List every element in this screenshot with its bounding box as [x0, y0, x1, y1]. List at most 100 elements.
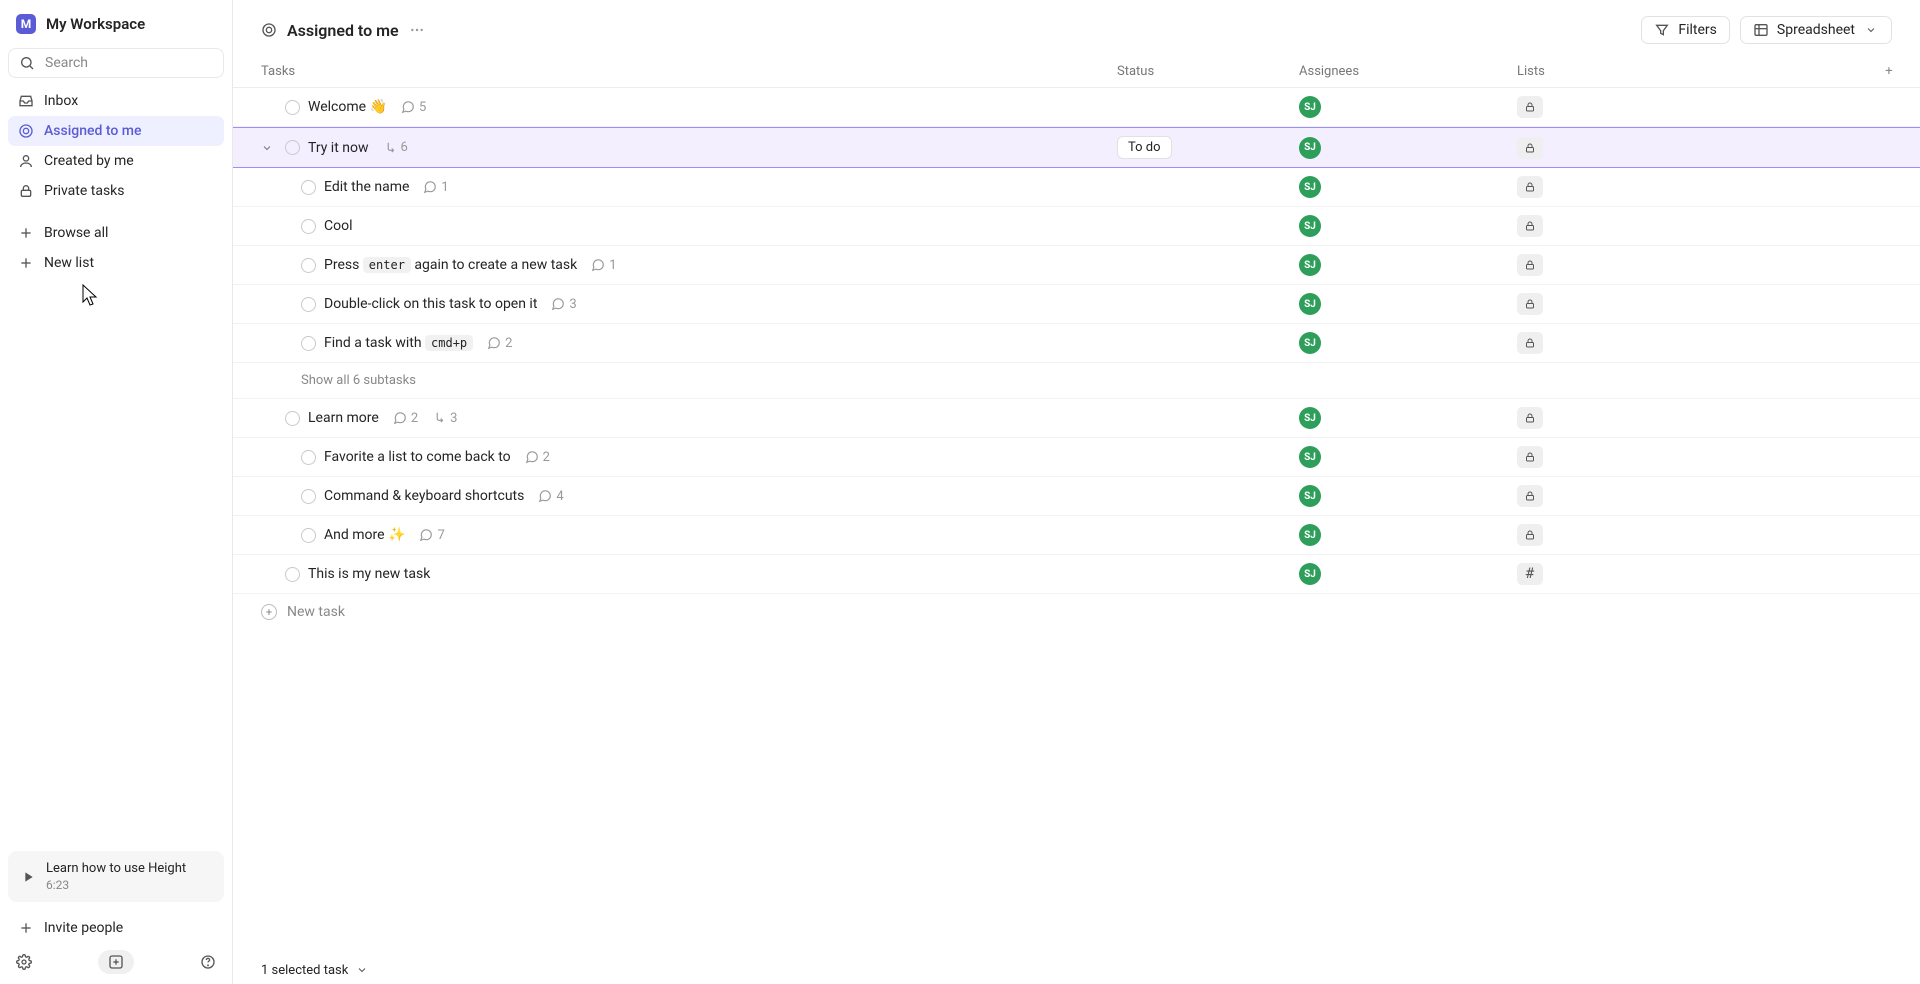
new-task-row[interactable]: + New task	[233, 594, 1920, 630]
list-private-chip[interactable]	[1517, 96, 1543, 118]
task-row[interactable]: Welcome 👋5 SJ	[233, 88, 1920, 127]
assignee-avatar[interactable]: SJ	[1299, 137, 1321, 159]
sidebar-item-private[interactable]: Private tasks	[8, 176, 224, 206]
list-private-chip[interactable]	[1517, 293, 1543, 315]
task-checkbox[interactable]	[301, 258, 316, 273]
list-private-chip[interactable]	[1517, 446, 1543, 468]
task-title: Try it now	[308, 140, 369, 156]
task-row[interactable]: And more ✨7 SJ	[233, 516, 1920, 555]
learn-card[interactable]: Learn how to use Height 6:23	[8, 851, 224, 902]
task-checkbox[interactable]	[285, 140, 300, 155]
task-row[interactable]: Find a task with cmd+p 2 SJ	[233, 324, 1920, 363]
add-column-button[interactable]: +	[1878, 64, 1900, 79]
task-title: Find a task with cmd+p	[324, 335, 473, 351]
show-all-subtasks[interactable]: Show all 6 subtasks	[233, 363, 1920, 399]
nav-label: New list	[44, 255, 94, 271]
task-checkbox[interactable]	[285, 567, 300, 582]
task-row[interactable]: Favorite a list to come back to 2 SJ	[233, 438, 1920, 477]
list-private-chip[interactable]	[1517, 524, 1543, 546]
comment-count[interactable]: 1	[591, 258, 616, 273]
list-private-chip[interactable]	[1517, 485, 1543, 507]
task-checkbox[interactable]	[301, 450, 316, 465]
assignee-avatar[interactable]: SJ	[1299, 215, 1321, 237]
task-row[interactable]: Try it now 6 To do SJ	[233, 127, 1920, 168]
filters-button[interactable]: Filters	[1641, 16, 1730, 44]
quick-add-button[interactable]	[98, 950, 134, 974]
task-title: Favorite a list to come back to	[324, 449, 511, 465]
view-button[interactable]: Spreadsheet	[1740, 16, 1892, 44]
comment-count[interactable]: 5	[401, 100, 426, 115]
task-row[interactable]: Cool SJ	[233, 207, 1920, 246]
assignee-avatar[interactable]: SJ	[1299, 485, 1321, 507]
help-icon[interactable]	[200, 954, 216, 970]
gear-icon[interactable]	[16, 954, 32, 970]
task-row[interactable]: Press enter again to create a new task1 …	[233, 246, 1920, 285]
assignee-avatar[interactable]: SJ	[1299, 176, 1321, 198]
task-checkbox[interactable]	[301, 219, 316, 234]
comment-count[interactable]: 7	[419, 528, 444, 543]
column-lists[interactable]: Lists	[1517, 64, 1878, 79]
list-private-chip[interactable]	[1517, 215, 1543, 237]
subtask-count[interactable]: 3	[432, 411, 457, 426]
column-tasks[interactable]: Tasks	[261, 64, 1117, 79]
sidebar-item-assigned[interactable]: Assigned to me	[8, 116, 224, 146]
invite-people[interactable]: Invite people	[8, 912, 224, 944]
assignee-avatar[interactable]: SJ	[1299, 332, 1321, 354]
status-pill[interactable]: To do	[1117, 136, 1172, 159]
assignee-avatar[interactable]: SJ	[1299, 293, 1321, 315]
task-checkbox[interactable]	[301, 180, 316, 195]
list-private-chip[interactable]	[1517, 137, 1543, 159]
assignee-avatar[interactable]: SJ	[1299, 407, 1321, 429]
column-status[interactable]: Status	[1117, 64, 1299, 79]
comment-count[interactable]: 2	[393, 411, 418, 426]
target-icon	[18, 123, 34, 139]
list-private-chip[interactable]	[1517, 176, 1543, 198]
task-title: Double-click on this task to open it	[324, 296, 537, 312]
column-assignees[interactable]: Assignees	[1299, 64, 1517, 79]
comment-count[interactable]: 2	[487, 336, 512, 351]
comment-count[interactable]: 3	[551, 297, 576, 312]
task-checkbox[interactable]	[285, 411, 300, 426]
list-private-chip[interactable]	[1517, 332, 1543, 354]
task-row[interactable]: Learn more 23 SJ	[233, 399, 1920, 438]
assignee-avatar[interactable]: SJ	[1299, 446, 1321, 468]
assignee-avatar[interactable]: SJ	[1299, 524, 1321, 546]
task-checkbox[interactable]	[301, 336, 316, 351]
selection-footer[interactable]: 1 selected task	[261, 962, 370, 978]
task-row[interactable]: This is my new task SJ #	[233, 555, 1920, 594]
sidebar-item-newlist[interactable]: New list	[8, 248, 224, 278]
task-checkbox[interactable]	[301, 297, 316, 312]
comment-count[interactable]: 4	[538, 489, 563, 504]
kbd: enter	[363, 257, 411, 273]
task-checkbox[interactable]	[301, 528, 316, 543]
filters-label: Filters	[1678, 22, 1717, 38]
task-checkbox[interactable]	[285, 100, 300, 115]
comment-count[interactable]: 2	[525, 450, 550, 465]
workspace-switcher[interactable]: M My Workspace	[8, 8, 224, 40]
assignee-avatar[interactable]: SJ	[1299, 96, 1321, 118]
assignee-avatar[interactable]: SJ	[1299, 563, 1321, 585]
comment-count[interactable]: 1	[423, 180, 448, 195]
chevron-down-icon[interactable]	[261, 142, 277, 154]
task-row[interactable]: Command & keyboard shortcuts4 SJ	[233, 477, 1920, 516]
nav-label: Private tasks	[44, 183, 125, 199]
assignee-avatar[interactable]: SJ	[1299, 254, 1321, 276]
sidebar-item-inbox[interactable]: Inbox	[8, 86, 224, 116]
target-icon	[261, 22, 277, 38]
task-title: Learn more	[308, 410, 379, 426]
search-icon	[19, 55, 35, 71]
list-private-chip[interactable]	[1517, 254, 1543, 276]
task-row[interactable]: Double-click on this task to open it 3 SJ	[233, 285, 1920, 324]
workspace-badge: M	[16, 14, 36, 34]
sidebar-item-browse[interactable]: Browse all	[8, 218, 224, 248]
task-checkbox[interactable]	[301, 489, 316, 504]
subtask-count[interactable]: 6	[383, 140, 408, 155]
list-hash-chip[interactable]: #	[1517, 563, 1543, 585]
search-input[interactable]: Search	[8, 48, 224, 78]
spreadsheet-icon	[1753, 22, 1769, 38]
list-private-chip[interactable]	[1517, 407, 1543, 429]
inbox-icon	[18, 93, 34, 109]
sidebar-item-created[interactable]: Created by me	[8, 146, 224, 176]
task-row[interactable]: Edit the name1 SJ	[233, 168, 1920, 207]
more-icon[interactable]	[409, 22, 425, 38]
